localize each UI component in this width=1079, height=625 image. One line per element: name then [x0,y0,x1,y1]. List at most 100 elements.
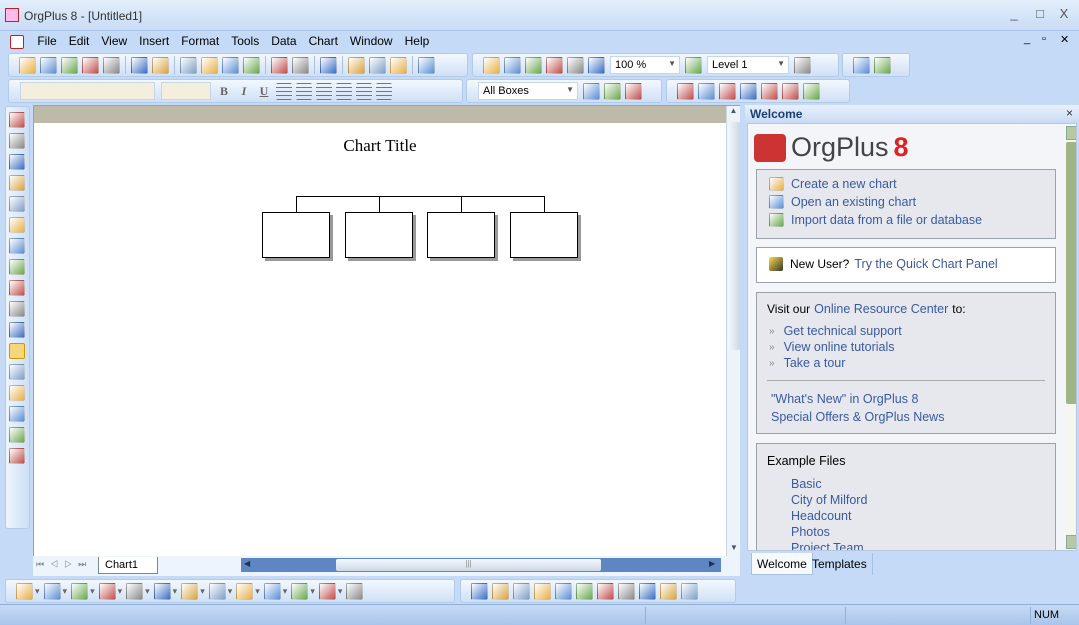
pdf-icon[interactable] [761,82,778,100]
italic-button[interactable]: I [234,84,254,99]
menu-chart[interactable]: Chart [303,31,344,51]
resource-center-link[interactable]: Online Resource Center [814,302,948,316]
box-assistant-icon[interactable] [9,217,25,233]
sheet-tab-chart1[interactable]: Chart1 [98,557,158,574]
rounded-rectangle-icon[interactable] [9,385,25,401]
line-color-icon[interactable] [126,582,144,600]
menu-insert[interactable]: Insert [133,31,175,51]
text-box-icon[interactable] [9,427,25,443]
grid-icon[interactable] [555,582,572,600]
close-icon[interactable]: × [1066,106,1073,120]
copy-icon[interactable] [201,56,218,74]
chevron-down-icon[interactable]: ▾ [228,586,233,597]
bold-button[interactable]: B [214,84,234,99]
table-icon[interactable] [853,56,870,74]
chevron-down-icon[interactable]: ▾ [283,586,288,597]
resource-link-row[interactable]: » View online tutorials [769,340,895,354]
web-publish-icon[interactable] [719,82,736,100]
zoom-fit-icon[interactable] [546,56,563,74]
step-line-icon[interactable] [9,343,25,359]
help-icon[interactable] [418,56,435,74]
box-subordinate-icon[interactable] [9,196,25,212]
chevron-down-icon[interactable]: ▾ [173,586,178,597]
document-icon[interactable] [10,34,24,49]
zoom-select[interactable]: 100 % ▼ [610,56,680,74]
chevron-down-icon[interactable]: ▾ [145,586,150,597]
connect-tool-icon[interactable] [9,133,25,149]
import-icon[interactable] [803,82,820,100]
example-file-link[interactable]: City of Milford [791,493,867,507]
start-link[interactable]: Import data from a file or database [791,213,982,227]
move-icon[interactable] [9,154,25,170]
scroll-right-icon[interactable]: ▶ [709,559,715,568]
vertical-scrollbar[interactable]: ▲ ▼ [726,106,740,556]
menu-view[interactable]: View [95,31,133,51]
fields-icon[interactable] [513,582,530,600]
start-link-row[interactable]: Import data from a file or database [767,213,982,227]
arrange-icon[interactable] [318,582,336,600]
chevron-down-icon[interactable]: ▾ [35,586,40,597]
open-icon[interactable] [40,56,57,74]
select-boxes-icon[interactable] [583,82,600,100]
shadow3-icon[interactable] [263,582,281,600]
move-branch-icon[interactable] [9,175,25,191]
close-button[interactable]: X [1056,6,1072,22]
branch-icon[interactable] [604,82,621,100]
save-icon[interactable] [61,56,78,74]
connector-icon[interactable] [98,582,116,600]
manager-icon[interactable] [369,56,386,74]
chevron-down-icon[interactable]: ▾ [63,586,68,597]
sheet-nav-icons[interactable]: ⏮◁▷⏭ [36,559,92,570]
image-icon[interactable] [9,448,25,464]
example-file-link[interactable]: Headcount [791,509,851,523]
resource-link[interactable]: Get technical support [784,324,902,338]
chart-icon[interactable] [625,82,642,100]
print-icon[interactable] [131,56,148,74]
scroll-up-icon[interactable] [1066,126,1076,140]
example-file-link[interactable]: Basic [791,477,822,491]
powerpoint-icon[interactable] [677,82,694,100]
print-preview-icon[interactable] [152,56,169,74]
scroll-thumb[interactable] [728,122,740,350]
menu-file[interactable]: File [31,31,62,51]
news-link[interactable]: Special Offers & OrgPlus News [771,410,944,424]
internet-explorer-icon[interactable] [740,82,757,100]
start-link-row[interactable]: Create a new chart [767,177,897,191]
chevron-down-icon[interactable]: ▾ [90,586,95,597]
subchart-icon[interactable] [685,56,702,74]
font-color-icon[interactable] [336,82,352,100]
scroll-left-icon[interactable]: ◀ [244,559,250,568]
org-layout-icon[interactable] [794,56,811,74]
word-icon[interactable] [698,82,715,100]
resource-link-row[interactable]: » Take a tour [769,356,845,370]
chevron-down-icon[interactable]: ▾ [118,586,123,597]
scroll-thumb[interactable] [1066,142,1076,404]
news-link[interactable]: "What's New" in OrgPlus 8 [771,392,918,406]
info-icon[interactable] [471,582,488,600]
zoom-box-icon[interactable] [525,56,542,74]
import-data-icon[interactable] [769,213,784,227]
line-style-icon[interactable] [71,582,89,600]
fill-color-icon[interactable] [181,582,199,600]
tree-icon[interactable] [660,582,677,600]
shadow-icon[interactable] [208,582,226,600]
new-chart-icon[interactable] [769,177,784,191]
example-file-link[interactable]: Project Team [791,541,864,550]
find-icon[interactable] [597,582,614,600]
box-group-icon[interactable] [9,280,25,296]
fill-highlight-icon[interactable] [376,82,392,100]
start-link[interactable]: Open an existing chart [791,195,916,209]
resource-link[interactable]: View online tutorials [784,340,895,354]
resource-link[interactable]: Take a tour [784,356,846,370]
menu-data[interactable]: Data [265,31,302,51]
excel-icon[interactable] [103,56,120,74]
email-icon[interactable] [82,56,99,74]
level-select[interactable]: Level 1 ▼ [707,56,789,74]
menu-help[interactable]: Help [399,31,436,51]
pointer-icon[interactable] [9,112,25,128]
ellipse-icon[interactable] [9,406,25,422]
cut-icon[interactable] [180,56,197,74]
font-size-select[interactable] [161,82,211,100]
chevron-down-icon[interactable]: ▾ [200,586,205,597]
note-icon[interactable] [639,582,656,600]
